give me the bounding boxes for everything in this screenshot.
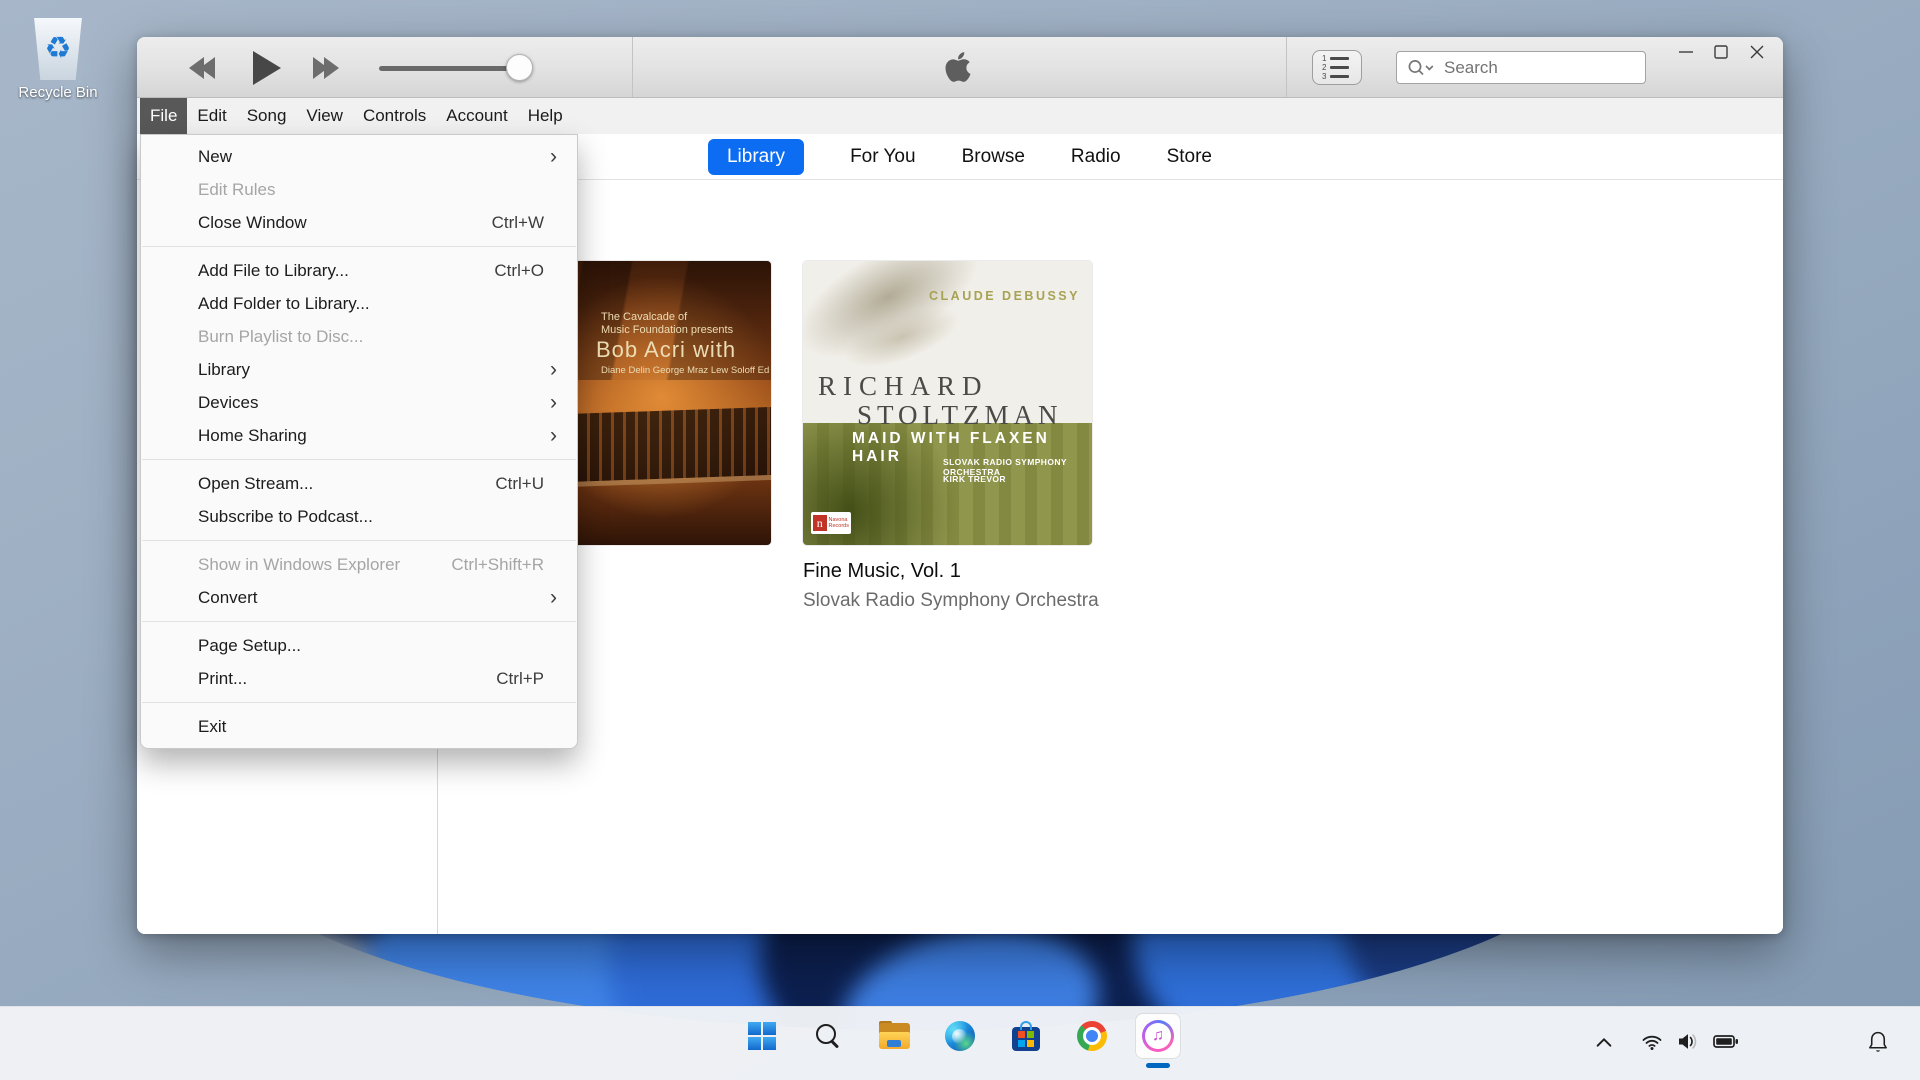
active-app-indicator xyxy=(1146,1063,1170,1068)
itunes-window: 1 2 3 File xyxy=(137,37,1783,934)
chrome-icon xyxy=(1077,1021,1107,1051)
menu-item-subscribe-to-podcast[interactable]: Subscribe to Podcast... xyxy=(141,500,577,533)
menubar-item-view[interactable]: View xyxy=(296,98,353,134)
menubar-item-controls[interactable]: Controls xyxy=(353,98,436,134)
menu-separator xyxy=(142,621,576,622)
menu-item-print[interactable]: Print... Ctrl+P xyxy=(141,662,577,695)
submenu-chevron-icon: › xyxy=(550,587,557,608)
menu-item-new[interactable]: New › xyxy=(141,140,577,173)
submenu-chevron-icon: › xyxy=(550,425,557,446)
notification-bell-icon[interactable] xyxy=(1868,1030,1889,1058)
album-sidemen-text: Diane Delin George Mraz Lew Soloff Ed Th… xyxy=(601,365,769,376)
album-caption-title[interactable]: Fine Music, Vol. 1 xyxy=(803,560,1099,583)
menu-item-close-window[interactable]: Close Window Ctrl+W xyxy=(141,206,577,239)
microsoft-store-button[interactable] xyxy=(1004,1014,1048,1058)
menu-separator xyxy=(142,246,576,247)
tab-for-you[interactable]: For You xyxy=(850,146,916,168)
search-input[interactable] xyxy=(1440,58,1671,78)
menubar-item-song[interactable]: Song xyxy=(237,98,297,134)
menu-item-library[interactable]: Library › xyxy=(141,353,577,386)
conductor-text: KIRK TREVOR xyxy=(943,474,1006,484)
menu-item-edit-rules: Edit Rules xyxy=(141,173,577,206)
search-icon xyxy=(814,1022,842,1050)
volume-slider-track[interactable] xyxy=(379,66,524,71)
volume-slider-thumb[interactable] xyxy=(506,54,533,81)
tab-radio[interactable]: Radio xyxy=(1071,146,1121,168)
menu-item-convert[interactable]: Convert › xyxy=(141,581,577,614)
maximize-button[interactable] xyxy=(1708,39,1734,65)
recycle-bin-icon: ♻ xyxy=(32,18,84,80)
search-box[interactable] xyxy=(1396,51,1646,84)
file-menu-dropdown: New › Edit Rules Close Window Ctrl+W Add… xyxy=(140,134,578,749)
menubar-item-edit[interactable]: Edit xyxy=(187,98,236,134)
play-button[interactable] xyxy=(253,37,281,98)
submenu-chevron-icon: › xyxy=(550,146,557,167)
desktop: ♻ Recycle Bin 1 xyxy=(0,0,1920,1080)
itunes-icon: ♫ xyxy=(1142,1020,1174,1052)
album-caption-artist[interactable]: Slovak Radio Symphony Orchestra xyxy=(803,590,1099,612)
titlebar: 1 2 3 xyxy=(137,37,1783,98)
taskbar-search-button[interactable] xyxy=(806,1014,850,1058)
menubar-item-file[interactable]: File xyxy=(140,98,187,134)
microsoft-store-icon xyxy=(1012,1027,1040,1051)
menu-item-devices[interactable]: Devices › xyxy=(141,386,577,419)
taskbar: ♫ xyxy=(0,1006,1920,1080)
previous-track-button[interactable] xyxy=(193,37,215,98)
album-presenter-text: The Cavalcade of Music Foundation presen… xyxy=(601,311,733,337)
folder-icon xyxy=(879,1023,910,1049)
titlebar-divider xyxy=(632,37,633,97)
volume-icon[interactable] xyxy=(1676,1031,1700,1056)
menu-separator xyxy=(142,540,576,541)
submenu-chevron-icon: › xyxy=(550,392,557,413)
battery-icon[interactable] xyxy=(1713,1034,1739,1054)
menu-item-home-sharing[interactable]: Home Sharing › xyxy=(141,419,577,452)
album-art-fine-music[interactable]: CLAUDE DEBUSSY RICHARD STOLTZMAN MAID WI… xyxy=(803,261,1092,545)
menu-item-exit[interactable]: Exit xyxy=(141,710,577,743)
album-title-text: Bob Acri with xyxy=(596,337,736,363)
menu-bar: File Edit Song View Controls Account Hel… xyxy=(137,98,1783,134)
menu-item-open-stream[interactable]: Open Stream... Ctrl+U xyxy=(141,467,577,500)
edge-button[interactable] xyxy=(938,1014,982,1058)
next-track-button[interactable] xyxy=(313,37,335,98)
minimize-button[interactable] xyxy=(1673,39,1699,65)
menu-separator xyxy=(142,702,576,703)
titlebar-divider xyxy=(1286,37,1287,97)
composer-text: CLAUDE DEBUSSY xyxy=(929,289,1080,303)
chrome-button[interactable] xyxy=(1070,1014,1114,1058)
wifi-icon[interactable] xyxy=(1641,1031,1663,1056)
start-button[interactable] xyxy=(740,1014,784,1058)
artist-name-line1: RICHARD xyxy=(818,371,989,402)
artist-name-line2: STOLTZMAN xyxy=(857,400,1063,431)
menu-separator xyxy=(142,459,576,460)
tab-browse[interactable]: Browse xyxy=(962,146,1025,168)
record-label-logo: n Navona Records xyxy=(811,512,851,534)
up-next-list-button[interactable]: 1 2 3 xyxy=(1312,50,1362,85)
menu-item-page-setup[interactable]: Page Setup... xyxy=(141,629,577,662)
menu-item-add-folder-to-library[interactable]: Add Folder to Library... xyxy=(141,287,577,320)
submenu-chevron-icon: › xyxy=(550,359,557,380)
menubar-item-account[interactable]: Account xyxy=(436,98,517,134)
album-caption: Fine Music, Vol. 1 Slovak Radio Symphony… xyxy=(803,560,1099,612)
file-explorer-button[interactable] xyxy=(872,1014,916,1058)
edge-icon xyxy=(945,1021,975,1051)
search-icon xyxy=(1406,58,1440,78)
recycle-bin-desktop-icon[interactable]: ♻ Recycle Bin xyxy=(13,18,103,101)
recycle-bin-label: Recycle Bin xyxy=(13,84,103,101)
itunes-button[interactable]: ♫ xyxy=(1136,1014,1180,1058)
tray-chevron-up-icon[interactable] xyxy=(1596,1035,1613,1053)
tab-library[interactable]: Library xyxy=(708,139,804,175)
windows-start-icon xyxy=(748,1022,776,1050)
tab-store[interactable]: Store xyxy=(1167,146,1212,168)
apple-logo-icon xyxy=(945,50,971,89)
close-button[interactable] xyxy=(1744,39,1770,65)
taskbar-center-icons: ♫ xyxy=(729,1014,1191,1058)
menu-item-burn-playlist: Burn Playlist to Disc... xyxy=(141,320,577,353)
menu-item-add-file-to-library[interactable]: Add File to Library... Ctrl+O xyxy=(141,254,577,287)
menubar-item-help[interactable]: Help xyxy=(518,98,573,134)
menu-item-show-in-windows-explorer: Show in Windows Explorer Ctrl+Shift+R xyxy=(141,548,577,581)
